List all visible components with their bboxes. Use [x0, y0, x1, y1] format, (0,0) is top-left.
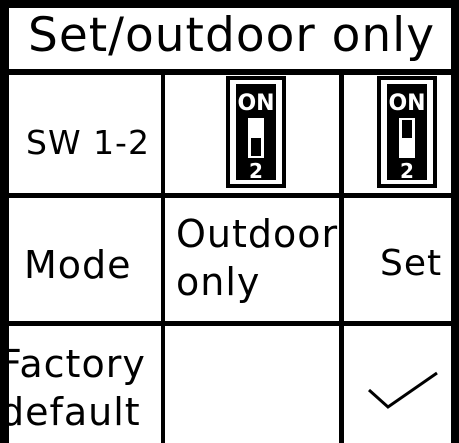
table-border-right	[451, 0, 459, 443]
mode-outdoor-only-value: Outdoor only	[176, 212, 339, 304]
factory-default-row-label: Factory default	[0, 342, 146, 434]
mode-row-label: Mode	[24, 243, 132, 287]
dip-switch-set-icon: ON 2	[377, 76, 437, 188]
dip-switch-set-on-text: ON	[388, 91, 425, 116]
dip-switch-set-number-text: 2	[400, 159, 414, 183]
dip-switch-outdoor-number-text: 2	[249, 159, 263, 183]
dip-switch-outdoor-icon: ON 2	[226, 76, 286, 188]
row-divider-1	[0, 69, 459, 75]
mode-set-value: Set	[380, 243, 443, 284]
table-border-top	[0, 0, 459, 8]
table-title: Set/outdoor only	[28, 8, 436, 63]
switch-row-label: SW 1-2	[26, 123, 150, 162]
column-divider-2	[339, 72, 344, 443]
column-divider-1	[161, 72, 165, 443]
row-divider-3	[0, 321, 459, 326]
checkmark-icon	[367, 371, 438, 409]
settings-table: Set/outdoor only SW 1-2 ON 2 ON 2 Mode O…	[0, 0, 459, 443]
dip-switch-outdoor-on-text: ON	[237, 91, 274, 116]
row-divider-2	[0, 193, 459, 198]
